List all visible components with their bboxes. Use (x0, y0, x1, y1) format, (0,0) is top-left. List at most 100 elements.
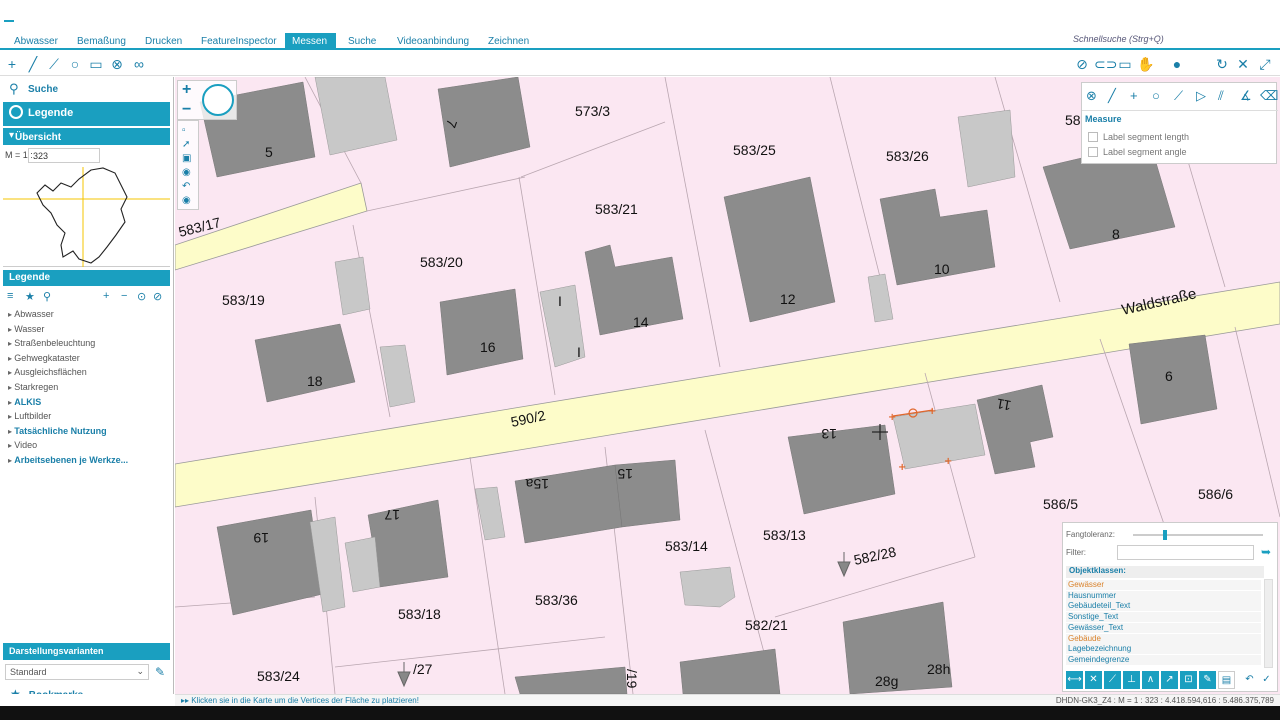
object-class-item[interactable]: Gemeindegrenze (1066, 654, 1261, 665)
zoom-in-button[interactable]: + (182, 81, 191, 99)
point-tool-icon[interactable]: + (1130, 88, 1138, 103)
bulb-icon[interactable]: ● (1168, 55, 1186, 73)
snap-direction-icon[interactable]: ↗ (1161, 671, 1178, 689)
eraser-tool-icon[interactable]: ⌫ (1260, 88, 1278, 104)
snap-perpendicular-icon[interactable]: ⟋ (1104, 671, 1121, 689)
undo-view-icon[interactable]: ↶ (182, 181, 190, 192)
tab-messen[interactable]: Messen (285, 33, 336, 50)
parcel-label: 573/3 (575, 103, 610, 119)
checkbox[interactable] (1088, 132, 1098, 142)
link-icon[interactable]: ⊂⊃ (1094, 55, 1117, 73)
snap-edge-icon[interactable]: ⊡ (1180, 671, 1197, 689)
area-measure-icon[interactable]: ▭ (87, 55, 105, 73)
filter-icon[interactable]: ≡ (7, 290, 13, 302)
legend-item[interactable]: Straßenbeleuchtung (8, 338, 95, 348)
object-class-item[interactable]: Hausnummer (1066, 590, 1261, 601)
checkbox[interactable] (1088, 147, 1098, 157)
quicksearch-input[interactable]: Schnellsuche (Strg+Q) (1073, 34, 1164, 44)
circle-measure-icon[interactable]: ○ (66, 55, 84, 73)
legend-item[interactable]: Luftbilder (8, 411, 51, 421)
visible-icon[interactable]: ⊙ (137, 290, 146, 303)
remove-icon[interactable]: − (121, 290, 127, 302)
snap-orthogonal-icon[interactable]: ⊥ (1123, 671, 1140, 689)
line-tool-icon[interactable]: ╱ (1108, 88, 1116, 104)
legend-item[interactable]: Ausgleichsflächen (8, 367, 87, 377)
legend-item[interactable]: Tatsächliche Nutzung (8, 426, 106, 436)
tab-zeichnen[interactable]: Zeichnen (481, 33, 536, 50)
object-class-item[interactable]: Gewässer_Text (1066, 622, 1261, 633)
legend-item[interactable]: Starkregen (8, 382, 58, 392)
snap-intersection-icon[interactable]: ✕ (1085, 671, 1102, 689)
clear-measure-panel-icon[interactable]: ⊗ (1086, 88, 1097, 104)
refresh-icon[interactable]: ↻ (1213, 55, 1231, 73)
fullscreen-icon[interactable]: ⤢ (1256, 55, 1274, 73)
legend-item[interactable]: Wasser (8, 324, 44, 334)
pan-hand-icon[interactable]: ✋ (1137, 55, 1155, 73)
object-class-item[interactable]: Lagebezeichnung (1066, 644, 1261, 655)
point-measure-icon[interactable]: + (3, 55, 21, 73)
tolerance-slider[interactable] (1133, 534, 1263, 536)
object-classes-scrollbar[interactable] (1264, 579, 1273, 668)
app-menu-dash[interactable] (4, 20, 14, 22)
display-variants-header[interactable]: Darstellungsvarianten (3, 643, 170, 660)
polyline-tool-icon[interactable]: ⟋ (1174, 88, 1183, 104)
ruler-tool-icon[interactable]: ⫽ (1218, 88, 1224, 104)
legend-item[interactable]: Gehwegkataster (8, 353, 80, 363)
tab-suche[interactable]: Suche (341, 33, 383, 50)
tab-drucken[interactable]: Drucken (138, 33, 189, 50)
clear-measure-icon[interactable]: ⊗ (108, 55, 126, 73)
legend-item[interactable]: Video (8, 440, 37, 450)
snap-segment-icon[interactable]: ⟷ (1066, 671, 1083, 689)
legend-item[interactable]: Arbeitsebenen je Werkze... (8, 455, 128, 465)
object-class-item[interactable]: Gebäude (1066, 633, 1261, 644)
snap-settings-icon[interactable]: ✎ (1199, 671, 1216, 689)
redo-view-icon[interactable]: ◉ (182, 195, 191, 206)
hidden-icon[interactable]: ⊘ (153, 290, 162, 303)
display-variant-select[interactable]: Standard ⌄ (5, 664, 149, 680)
circle-tool-icon[interactable]: ○ (1152, 88, 1160, 103)
tab-featureinspector[interactable]: FeatureInspector (194, 33, 284, 50)
clear-all-icon[interactable]: ∞ (130, 55, 148, 73)
crossed-arrows-icon[interactable]: ✕ (1234, 55, 1252, 73)
snap-copy-icon[interactable]: ▤ (1218, 671, 1235, 689)
search-panel-header[interactable]: ⚲ Suche (3, 79, 170, 101)
zoom-out-button[interactable]: − (182, 101, 191, 119)
tolerance-label: Fangtoleranz: (1066, 530, 1115, 539)
filter-input[interactable] (1117, 545, 1254, 560)
layer-icon[interactable]: ▣ (182, 153, 191, 164)
tab-bemassung[interactable]: Bemaßung (70, 33, 133, 50)
label-segment-angle-option[interactable]: Label segment angle (1088, 147, 1187, 157)
edit-pencil-icon[interactable]: ✎ (155, 665, 165, 679)
pan-ring[interactable] (202, 84, 234, 116)
search-layer-icon[interactable]: ⚲ (43, 290, 51, 303)
overview-header[interactable]: ▾ Übersicht (3, 128, 170, 145)
undo-icon[interactable]: ↶ (1241, 671, 1258, 689)
object-class-item[interactable]: Gewässer (1066, 580, 1261, 590)
filter-apply-icon[interactable]: ➥ (1261, 545, 1271, 559)
line-measure-icon[interactable]: ╱ (24, 55, 42, 73)
angle-tool-icon[interactable]: ∡ (1240, 88, 1252, 104)
legend-item[interactable]: ALKIS (8, 397, 41, 407)
tab-abwasser[interactable]: Abwasser (7, 33, 65, 50)
pointer-icon[interactable]: ➚ (182, 139, 190, 150)
tolerance-slider-knob[interactable] (1163, 530, 1167, 540)
legend-panel-header[interactable]: Legende (3, 102, 170, 126)
tab-videoanbindung[interactable]: Videoanbindung (390, 33, 476, 50)
confirm-check-icon[interactable]: ✓ (1258, 671, 1275, 689)
select-tool-icon[interactable]: ▫ (182, 125, 186, 136)
overview-map[interactable] (3, 167, 170, 267)
object-class-item[interactable]: Sonstige_Text (1066, 612, 1261, 623)
object-class-item[interactable]: Gebäudeteil_Text (1066, 601, 1261, 612)
legend-section-header[interactable]: Legende (3, 270, 170, 286)
snap-vertex-icon[interactable]: ∧ (1142, 671, 1159, 689)
star-icon[interactable]: ★ (25, 290, 35, 303)
legend-item[interactable]: Abwasser (8, 309, 54, 319)
eye-icon[interactable]: ◉ (182, 167, 191, 178)
scale-input[interactable]: 323 (28, 148, 100, 163)
comment-icon[interactable]: ▭ (1116, 55, 1134, 73)
polygon-tool-icon[interactable]: ▷ (1196, 88, 1206, 104)
polyline-measure-icon[interactable]: ⟋ (45, 55, 63, 73)
label-segment-length-option[interactable]: Label segment length (1088, 132, 1189, 142)
no-entry-icon[interactable]: ⊘ (1073, 55, 1091, 73)
add-icon[interactable]: + (103, 290, 109, 302)
